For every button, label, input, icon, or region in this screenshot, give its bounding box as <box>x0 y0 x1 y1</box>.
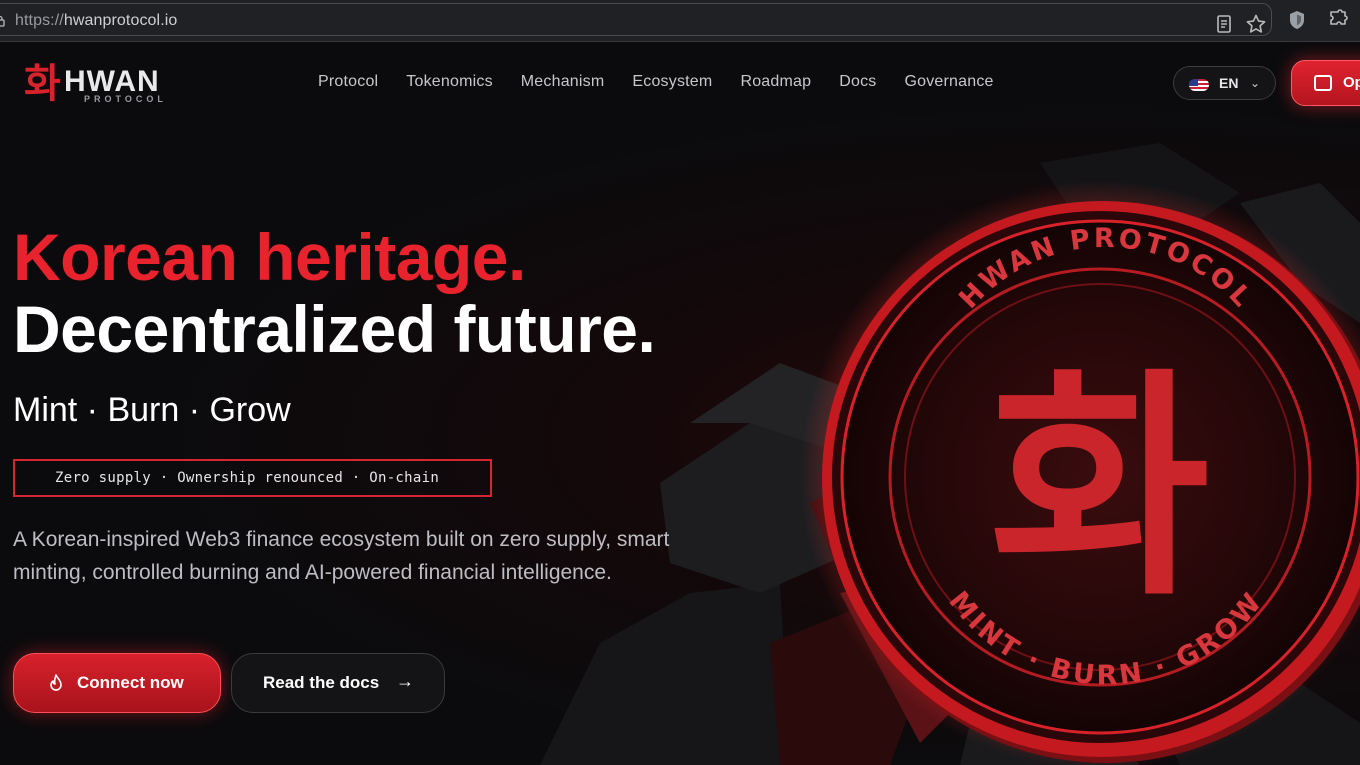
headline-line-2: Decentralized future. <box>13 292 656 366</box>
nav-item-tokenomics[interactable]: Tokenomics <box>406 73 492 91</box>
open-app-label: Op <box>1343 74 1360 91</box>
connect-now-label: Connect now <box>77 673 184 692</box>
logo-glyph: 화 <box>24 61 61 107</box>
hwan-logo[interactable]: 화 HWAN PROTOCOL <box>24 59 184 107</box>
feature-chip: Zero supply · Ownership renounced · On-c… <box>13 459 492 497</box>
coin-artwork: HWAN PROTOCOL MINT · BURN · GROW 화 <box>540 143 1360 765</box>
nav-item-mechanism[interactable]: Mechanism <box>521 73 605 91</box>
shield-extension-icon[interactable] <box>1286 9 1308 31</box>
connect-now-button[interactable]: Connect now <box>13 653 221 713</box>
wallet-icon <box>1314 75 1332 91</box>
nav-item-governance[interactable]: Governance <box>904 73 993 91</box>
read-docs-label: Read the docs <box>263 673 380 692</box>
browser-toolbar: https://hwanprotocol.io <box>0 0 1360 42</box>
nav-item-roadmap[interactable]: Roadmap <box>740 73 811 91</box>
open-app-button[interactable]: Op <box>1291 60 1360 106</box>
chevron-down-icon: ⌄ <box>1250 76 1261 90</box>
main-nav: Protocol Tokenomics Mechanism Ecosystem … <box>318 73 1022 91</box>
flame-icon <box>50 674 62 691</box>
read-docs-button[interactable]: Read the docs → <box>231 653 445 713</box>
language-selector[interactable]: EN ⌄ <box>1173 66 1276 100</box>
bookmark-star-icon[interactable] <box>1245 13 1267 35</box>
feature-chip-text: Zero supply · Ownership renounced · On-c… <box>55 470 440 486</box>
url-text: https://hwanprotocol.io <box>15 12 178 29</box>
extensions-puzzle-icon[interactable] <box>1327 9 1349 31</box>
nav-item-docs[interactable]: Docs <box>839 73 876 91</box>
coin-glyph: 화 <box>990 348 1211 628</box>
reader-mode-icon[interactable] <box>1213 13 1235 35</box>
page: HWAN PROTOCOL MINT · BURN · GROW 화 화 HWA… <box>0 43 1360 765</box>
lock-icon <box>0 15 5 27</box>
us-flag-icon <box>1189 79 1209 91</box>
arrow-right-icon: → <box>396 671 414 691</box>
address-bar[interactable]: https://hwanprotocol.io <box>0 3 1272 36</box>
hero-description: A Korean-inspired Web3 finance ecosystem… <box>13 528 670 584</box>
headline-line-1: Korean heritage. <box>13 220 526 294</box>
nav-item-protocol[interactable]: Protocol <box>318 73 378 91</box>
logo-sub-text: PROTOCOL <box>84 94 167 104</box>
language-code: EN <box>1219 75 1239 91</box>
tagline: Mint · Burn · Grow <box>13 391 291 429</box>
nav-item-ecosystem[interactable]: Ecosystem <box>632 73 712 91</box>
